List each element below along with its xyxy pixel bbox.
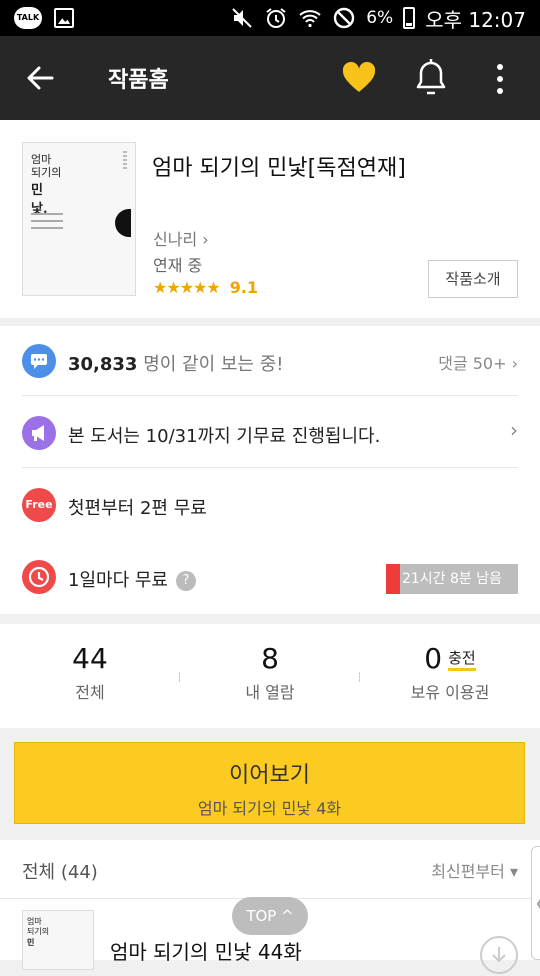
chat-icon	[22, 344, 56, 378]
back-arrow-icon[interactable]	[24, 62, 56, 94]
serial-status: 연재 중	[153, 256, 203, 275]
info-section: 30,833 명이 같이 보는 중! 댓글 50+ › 본 도서는 10/31까…	[0, 326, 540, 614]
scroll-top-button[interactable]: TOP ^	[232, 897, 308, 935]
book-header: 엄마 되기의 민 낯. 엄마 되기의 민낯[독점연재] 신나리 › 연재 중 ★★…	[0, 120, 540, 318]
no-signal-icon	[334, 7, 355, 29]
timer-badge: 21시간 8분 남음	[386, 564, 518, 594]
intro-button[interactable]: 작품소개	[428, 260, 518, 298]
mute-icon	[232, 8, 252, 28]
book-cover[interactable]: 엄마 되기의 민 낯.	[22, 142, 136, 296]
free-row: Free 첫편부터 2편 무료	[22, 470, 518, 540]
battery-icon	[403, 7, 416, 29]
app-bar: 작품홈	[0, 36, 540, 120]
download-icon[interactable]	[480, 936, 518, 974]
continue-reading-button[interactable]: 이어보기 엄마 되기의 민낯 4화	[14, 742, 525, 824]
megaphone-icon	[22, 416, 56, 450]
charge-link[interactable]: 충전	[448, 649, 476, 667]
total-count: 44 전체	[72, 642, 108, 702]
free-text: 첫편부터 2편 무료	[68, 498, 207, 519]
book-title: 엄마 되기의 민낯[독점연재]	[152, 156, 406, 181]
chevron-right-icon: ›	[510, 418, 518, 442]
viewers-row[interactable]: 30,833 명이 같이 보는 중! 댓글 50+ ›	[22, 326, 518, 396]
continue-label: 이어보기	[229, 763, 310, 788]
owned-count: 0 충전 보유 이용권	[410, 642, 490, 702]
alarm-icon	[266, 8, 286, 28]
episode-thumbnail: 엄마 되기의 민	[22, 910, 94, 970]
page-title: 작품홈	[108, 68, 169, 93]
cover-title: 엄마 되기의	[31, 153, 62, 179]
battery-percent: 6%	[366, 8, 394, 28]
daily-free-text: 1일마다 무료?	[68, 566, 196, 592]
rating-value: 9.1	[229, 278, 259, 297]
side-panel-handle[interactable]	[531, 846, 540, 960]
notice-text: 본 도서는 10/31까지 기무료 진행됩니다.	[68, 426, 381, 447]
continue-episode: 엄마 되기의 민낯 4화	[197, 799, 342, 818]
episode-count-label: 전체 (44)	[22, 862, 98, 883]
gallery-icon	[54, 8, 74, 28]
daily-free-row: 1일마다 무료? 21시간 8분 남음	[22, 542, 518, 612]
comments-link[interactable]: 댓글 50+ ›	[438, 350, 518, 374]
status-bar: TALK 6% 오후 12:07	[0, 0, 540, 36]
kakaotalk-icon: TALK	[14, 7, 42, 29]
read-count: 8 내 열람	[245, 642, 295, 702]
viewers-text: 30,833 명이 같이 보는 중!	[68, 354, 284, 375]
star-rating-icon: ★★★★★	[153, 278, 221, 297]
cover-title-bold: 민 낯.	[31, 183, 48, 217]
episode-counts: 44 전체 8 내 열람 0 충전 보유 이용권	[0, 624, 540, 728]
episode-title[interactable]: 엄마 되기의 민낯 44화	[110, 936, 302, 965]
sort-dropdown[interactable]: 최신편부터 ▾	[431, 858, 518, 882]
rating: ★★★★★ 9.1	[153, 278, 258, 297]
free-badge-icon: Free	[22, 488, 56, 522]
heart-icon[interactable]	[342, 62, 376, 94]
clock: 오후 12:07	[425, 7, 526, 32]
clock-icon	[22, 560, 56, 594]
cover-half-circle	[115, 209, 131, 237]
bell-icon[interactable]	[414, 58, 448, 98]
author-link[interactable]: 신나리 ›	[153, 226, 209, 250]
notice-row[interactable]: 본 도서는 10/31까지 기무료 진행됩니다. ›	[22, 398, 518, 468]
cover-vertical-text	[123, 151, 127, 171]
help-icon[interactable]: ?	[175, 571, 196, 591]
wifi-icon	[299, 10, 321, 28]
cover-text-lines	[31, 213, 63, 234]
more-vertical-icon[interactable]	[488, 62, 512, 96]
